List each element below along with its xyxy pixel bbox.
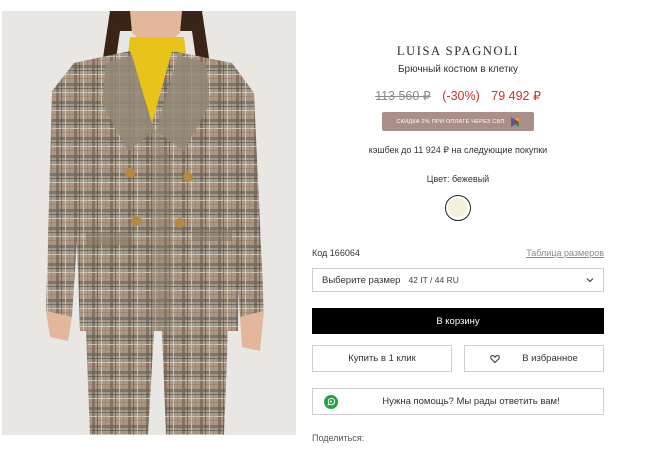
- cashback-info: кэшбек до 11 924 ₽ на следующие покупки: [368, 145, 548, 155]
- buy-one-click-button[interactable]: Купить в 1 клик: [312, 345, 452, 372]
- product-photo-illustration: [2, 11, 296, 435]
- heart-icon: [490, 354, 500, 364]
- sbp-banner-text: СКИДКА 2% ПРИ ОПЛАТЕ ЧЕРЕЗ СБП: [396, 118, 505, 125]
- color-swatch-fill: [448, 198, 467, 217]
- brand-name[interactable]: LUISA SPAGNOLI: [312, 44, 604, 59]
- help-chat-button[interactable]: Нужна помощь? Мы рады ответить вам!: [312, 388, 604, 415]
- product-title: Брючный костюм в клетку: [397, 64, 519, 75]
- color-swatch-beige[interactable]: [445, 195, 471, 221]
- chevron-down-icon: [585, 275, 595, 285]
- price-row: 113 560 ₽ (-30%) 79 492 ₽: [312, 88, 604, 103]
- product-code: Код 166064: [312, 248, 360, 258]
- size-select-value: 42 IT / 44 RU: [408, 275, 459, 285]
- sbp-discount-banner: СКИДКА 2% ПРИ ОПЛАТЕ ЧЕРЕЗ СБП: [382, 112, 534, 131]
- sbp-logo-icon: [510, 116, 520, 127]
- color-label: Цвет: бежевый: [426, 174, 490, 184]
- size-select-label: Выберите размер: [322, 274, 401, 286]
- favorites-label: В избранное: [522, 353, 578, 364]
- old-price: 113 560 ₽: [375, 89, 431, 103]
- add-to-cart-button[interactable]: В корзину: [312, 308, 604, 334]
- size-chart-link[interactable]: Таблица размеров: [526, 248, 604, 258]
- product-photo[interactable]: [2, 11, 296, 435]
- share-label: Поделиться:: [312, 433, 365, 443]
- add-to-favorites-button[interactable]: В избранное: [464, 345, 604, 372]
- help-text: Нужна помощь? Мы рады ответить вам!: [382, 396, 560, 407]
- size-select[interactable]: Выберите размер 42 IT / 44 RU: [312, 268, 604, 292]
- current-price: 79 492 ₽: [491, 89, 541, 103]
- discount-percent: (-30%): [442, 89, 480, 103]
